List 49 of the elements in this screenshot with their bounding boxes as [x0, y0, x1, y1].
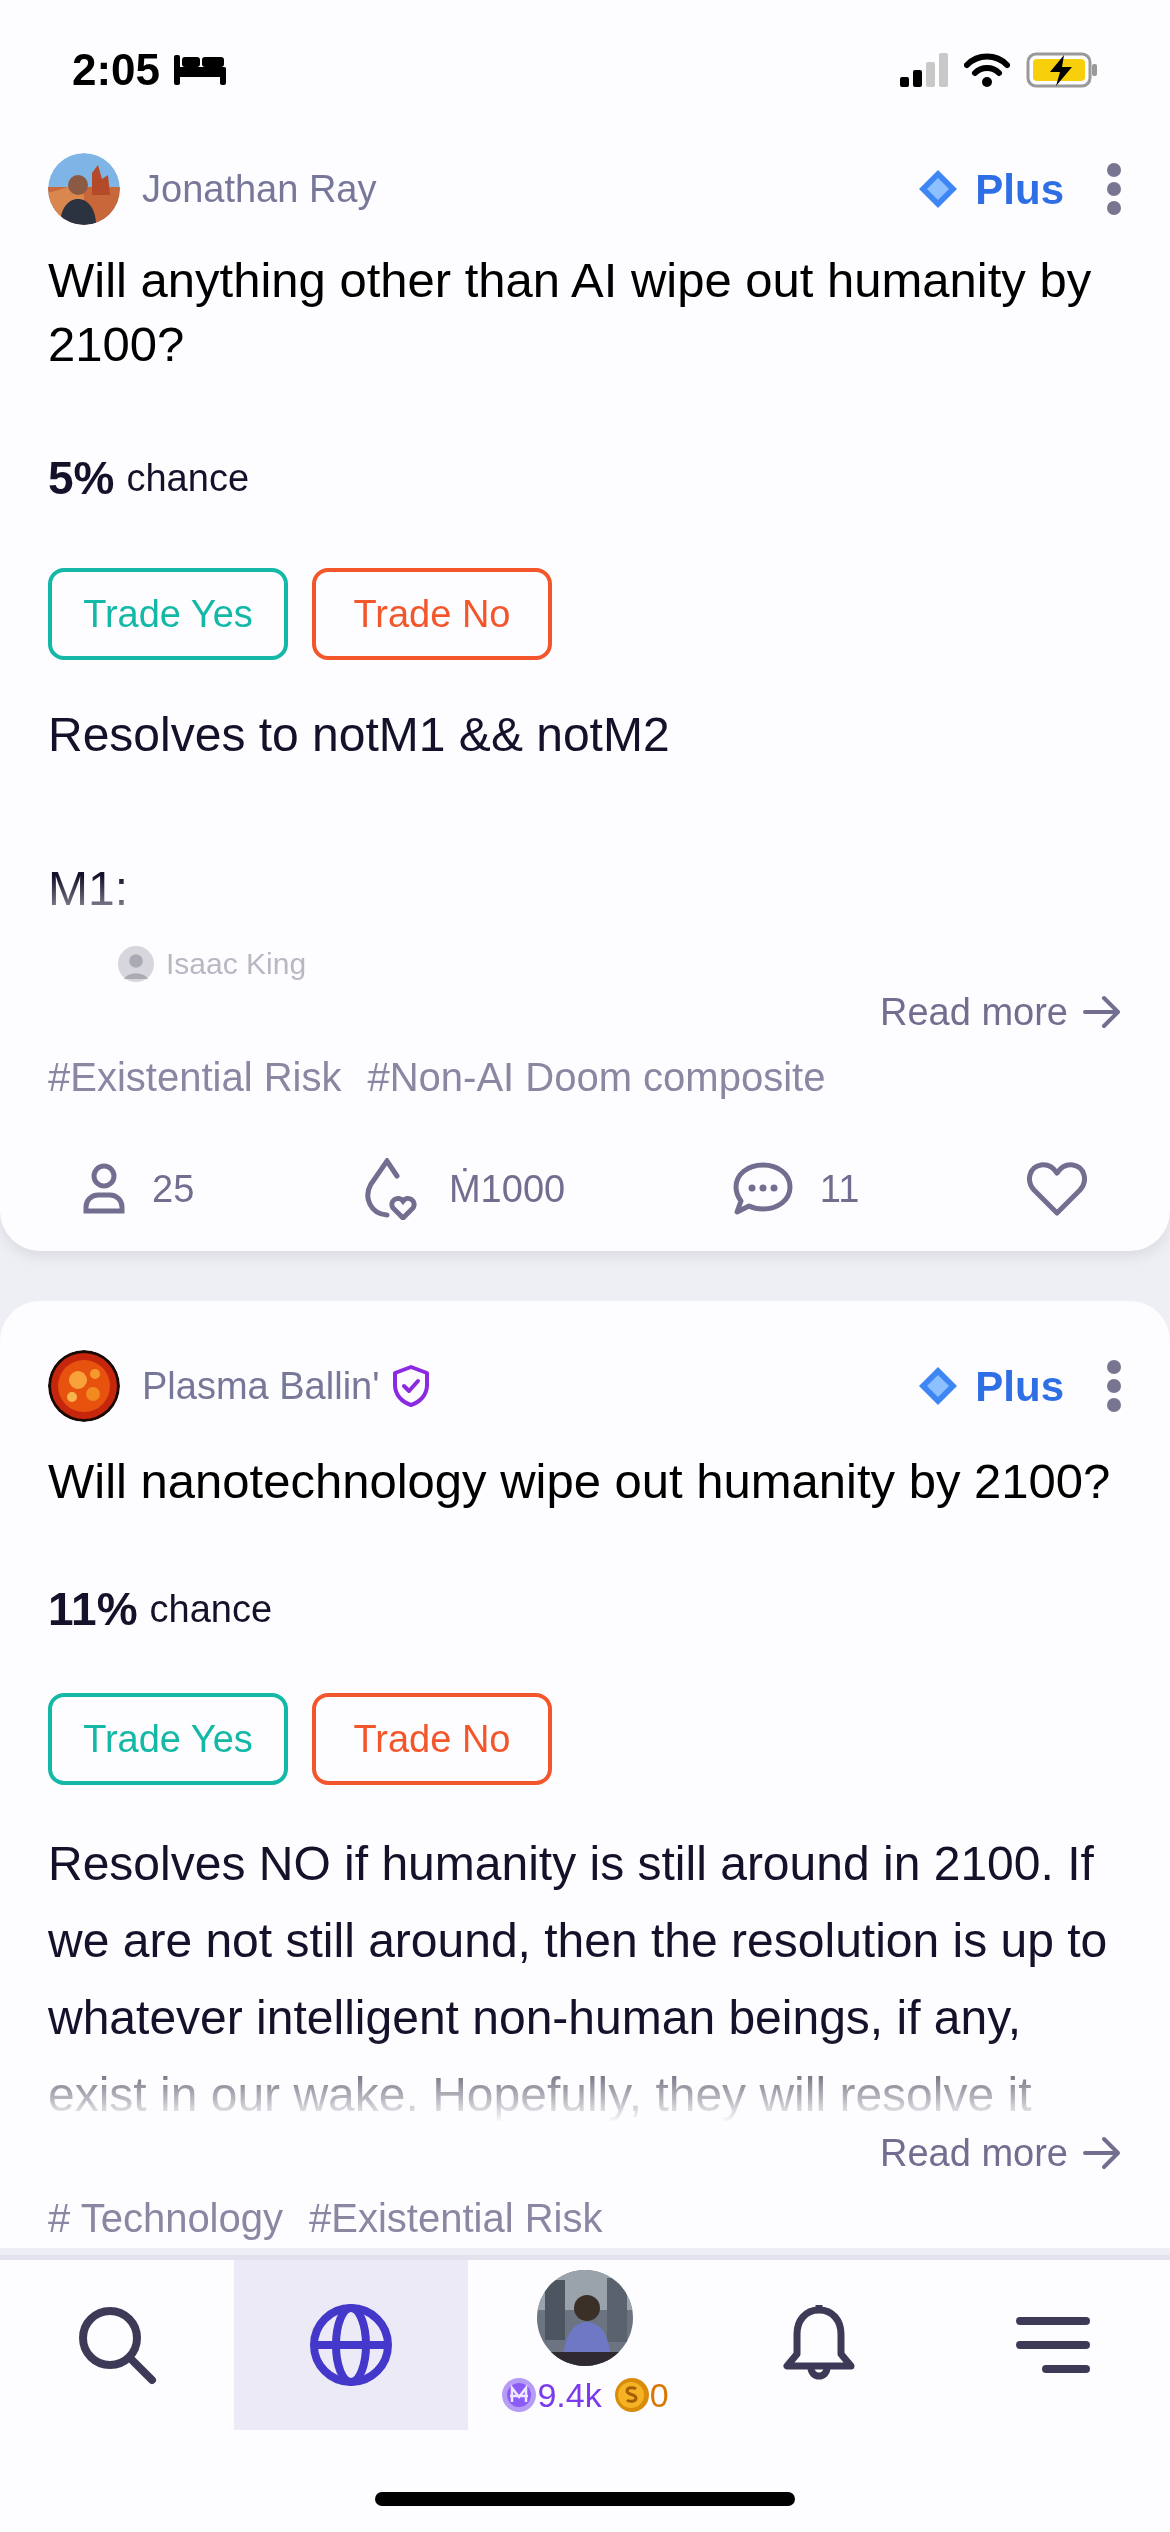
arrow-right-icon [1082, 2136, 1122, 2170]
volume-amount: Ṁ1000 [448, 1166, 566, 1212]
bed-icon [174, 55, 227, 85]
topic-tag[interactable]: #Existential Risk [309, 2188, 603, 2248]
plan-label: Plus [975, 164, 1064, 215]
topic-tag[interactable]: # Technology [48, 2188, 283, 2248]
mention-name[interactable]: Isaac King [166, 946, 307, 982]
probability: 11% [48, 1581, 138, 1637]
trade-no-button[interactable]: Trade No [312, 568, 552, 660]
author-name[interactable]: Plasma Ballin' [142, 1357, 380, 1415]
comments-count: 11 [819, 1166, 860, 1212]
probability-label: chance [126, 455, 250, 501]
trade-yes-button[interactable]: Trade Yes [48, 568, 288, 660]
read-more-link[interactable]: Read more [880, 2124, 1122, 2182]
globe-icon[interactable] [309, 2303, 393, 2387]
cash-balance: 0 [649, 2374, 669, 2416]
more-options-icon[interactable] [1106, 1360, 1122, 1412]
topic-tag[interactable]: #Existential Risk [48, 1047, 342, 1107]
probability: 5% [48, 450, 115, 506]
probability-label: chance [149, 1586, 273, 1632]
arrow-right-icon [1082, 995, 1122, 1029]
diamond-icon [917, 168, 960, 210]
battery-charging-icon [1026, 52, 1098, 88]
trade-yes-button[interactable]: Trade Yes [48, 1693, 288, 1785]
trade-no-button[interactable]: Trade No [312, 1693, 552, 1785]
traders-count: 25 [152, 1166, 195, 1212]
mana-balance: 9.4k [537, 2374, 602, 2416]
market-title[interactable]: Will nanotechnology wipe out humanity by 2100? [48, 1449, 1122, 1513]
avatar-icon [118, 946, 154, 982]
profile-button[interactable]: 9.4k 0 [501, 2269, 669, 2421]
status-time: 2:05 [72, 44, 161, 96]
comment-icon [731, 1160, 794, 1218]
person-icon [82, 1163, 126, 1215]
topic-tag[interactable]: #Non-AI Doom composite [367, 1047, 826, 1107]
market-title[interactable]: Will anything other than AI wipe out humanity by 2100? [48, 248, 1122, 376]
read-more-link[interactable]: Read more [880, 983, 1122, 1041]
wifi-icon [964, 53, 1010, 87]
signal-icon [900, 53, 948, 87]
more-options-icon[interactable] [1106, 163, 1122, 215]
coin-icon [613, 2377, 650, 2413]
description-text: M1: [48, 861, 129, 917]
menu-icon[interactable] [1016, 2315, 1090, 2375]
plan-label: Plus [975, 1361, 1064, 1412]
description-text: Resolves NO if humanity is still around in 2100. If we are not still around, then the resolution is up to whatever intelligent non-human beings, if any, exist in our wake. Hopefully, they will resolve it [48, 1836, 1109, 2123]
mana-coin-icon [501, 2377, 538, 2413]
author-name[interactable]: Jonathan Ray [142, 160, 377, 218]
diamond-icon [917, 1365, 960, 1407]
heart-icon[interactable] [1026, 1161, 1088, 1217]
description-text: Resolves to notM1 && notM2 [48, 707, 671, 763]
